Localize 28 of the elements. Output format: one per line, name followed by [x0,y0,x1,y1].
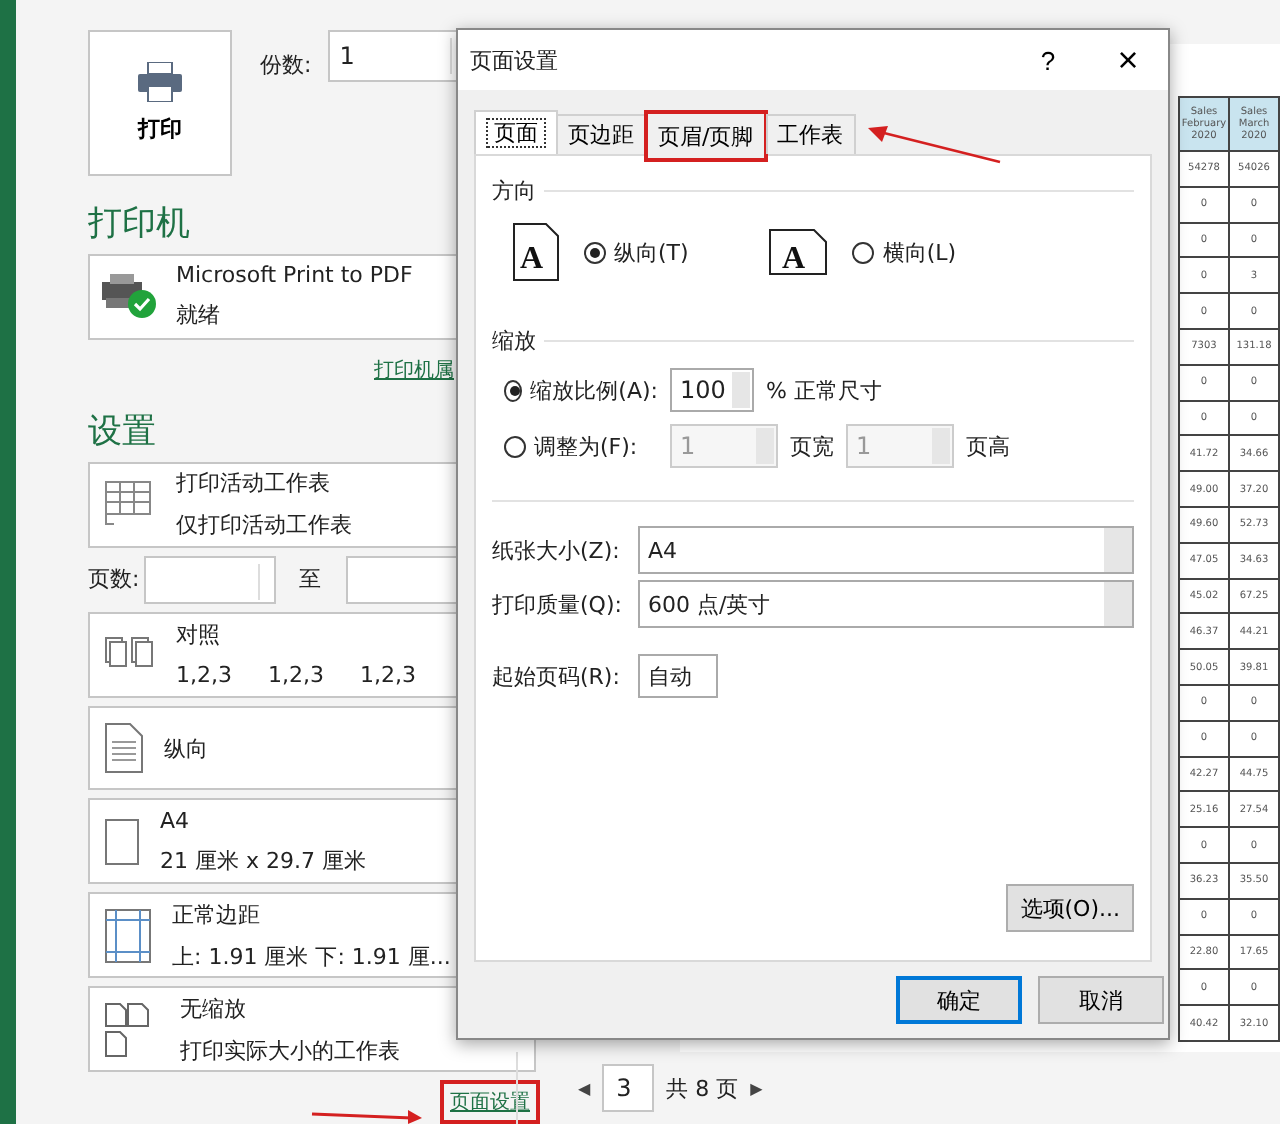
landscape-page-icon: A [768,228,829,276]
pages-wide-label: 页宽 [790,431,834,461]
pages-tall-label: 页高 [966,431,1010,461]
pages-to-label: 至 [299,564,322,595]
setting-title: 正常边距 [172,899,262,930]
portrait-page-icon: A [512,222,560,282]
group-heading: 方向 [492,176,536,206]
page-count: 共 8 页 [666,1073,739,1103]
setting-title: 无缩放 [180,993,248,1024]
setting-subtitle: 仅打印活动工作表 [176,510,352,541]
setting-subtitle: 21 厘米 x 29.7 厘米 [160,845,366,876]
pages-label: 页数: [88,564,140,595]
setting-title: 打印活动工作表 [176,468,332,499]
dialog-title: 页面设置 [470,45,558,75]
setting-subtitle: 1,2,3 [268,662,324,689]
printer-status: 就绪 [176,300,222,331]
section-heading: 打印机 [88,202,192,246]
setting-subtitle: 1,2,3 [360,662,416,689]
section-heading: 设置 [88,409,158,454]
copies-label: 份数: [260,50,312,80]
setting-subtitle: 1,2,3 [176,662,232,689]
setting-subtitle: 上: 1.91 厘米 下: 1.91 厘... [172,941,451,972]
setting-title: 纵向 [164,733,208,763]
scale-suffix: % 正常尺寸 [766,375,882,405]
printer-name: Microsoft Print to PDF [176,262,413,289]
setting-subtitle: 打印实际大小的工作表 [180,1035,400,1066]
setting-title: 对照 [176,620,222,651]
setting-title: A4 [160,807,192,834]
